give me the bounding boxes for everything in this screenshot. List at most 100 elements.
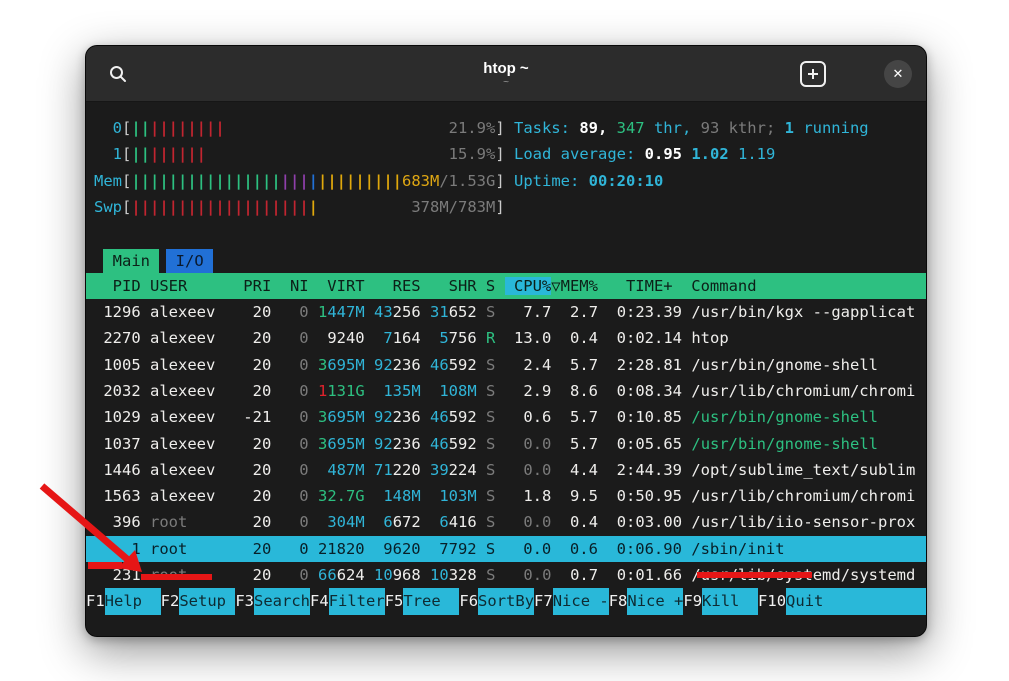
process-cell	[421, 435, 430, 453]
meter-label: 1	[94, 145, 122, 163]
fnkey-f1: F1	[86, 588, 105, 614]
new-tab-icon[interactable]	[800, 61, 826, 87]
process-cell: 0	[281, 382, 309, 400]
process-row-content: 1037 alexeev 20 0 3695M 92236 46592 S 0.…	[86, 431, 886, 457]
process-row[interactable]: 1037 alexeev 20 0 3695M 92236 46592 S 0.…	[86, 431, 926, 457]
process-cell	[421, 303, 430, 321]
process-cell	[421, 513, 440, 531]
fnbutton-filter[interactable]: Filter	[329, 588, 385, 614]
meter-bracket: ]	[495, 119, 514, 137]
fnbutton-nice-[interactable]: Nice -	[553, 588, 609, 614]
process-cell: 695M	[327, 435, 364, 453]
process-cell: /usr/bin/gnome-shell	[691, 408, 878, 426]
close-icon[interactable]: ✕	[884, 60, 912, 88]
terminal-area[interactable]: 0[|||||||||| 21.9%] Tasks: 89, 347 thr, …	[86, 102, 926, 636]
fnbutton-search[interactable]: Search	[254, 588, 310, 614]
fnbutton-quit[interactable]: Quit	[786, 588, 926, 614]
process-cell: 0.6 5.7 0:10.85	[495, 408, 691, 426]
fnbutton-sortby[interactable]: SortBy	[478, 588, 534, 614]
process-row[interactable]: 396 root 20 0 304M 6672 6416 S 0.0 0.4 0…	[86, 509, 926, 535]
table-header-row[interactable]: PID USER PRI NI VIRT RES SHR S CPU%▽MEM%…	[86, 273, 926, 299]
process-row[interactable]: 1446 alexeev 20 0 487M 71220 39224 S 0.0…	[86, 457, 926, 483]
fnbutton-kill[interactable]: Kill	[702, 588, 758, 614]
process-cell: 0	[281, 487, 309, 505]
process-cell	[421, 329, 440, 347]
process-cell	[365, 356, 374, 374]
process-row[interactable]: 2270 alexeev 20 0 9240 7164 5756 R 13.0 …	[86, 325, 926, 351]
process-row[interactable]: 231 root 20 0 66624 10968 10328 S 0.0 0.…	[86, 562, 926, 588]
meter-value: /1.53G	[439, 172, 495, 190]
fnbutton-help[interactable]: Help	[105, 588, 161, 614]
process-row[interactable]: 1296 alexeev 20 0 1447M 43256 31652 S 7.…	[86, 299, 926, 325]
process-cell: /usr/bin/gnome-shell	[691, 435, 878, 453]
process-cell: 652	[449, 303, 477, 321]
column-header: CPU%	[505, 277, 552, 295]
process-row-content: 1446 alexeev 20 0 487M 71220 39224 S 0.0…	[86, 457, 923, 483]
meter-bracket: [	[122, 119, 131, 137]
meter-bars: |||	[281, 172, 309, 190]
tab-io[interactable]: I/O	[166, 249, 213, 273]
process-cell: 236	[393, 408, 421, 426]
process-row-content: 1563 alexeev 20 0 32.7G 148M 103M S 1.8 …	[86, 483, 923, 509]
process-cell: 6	[439, 513, 448, 531]
process-cell: 108M	[439, 382, 476, 400]
process-cell: 231	[94, 566, 150, 584]
process-row[interactable]: 1563 alexeev 20 0 32.7G 148M 103M S 1.8 …	[86, 483, 926, 509]
process-row-content: 1296 alexeev 20 0 1447M 43256 31652 S 7.…	[86, 299, 923, 325]
process-cell: 46	[430, 356, 449, 374]
meter-value: 683M	[402, 172, 439, 190]
process-cell	[477, 382, 486, 400]
process-cell	[309, 303, 318, 321]
process-cell	[365, 303, 374, 321]
process-cell: 1029 alexeev -21	[94, 408, 281, 426]
process-cell: 416	[449, 513, 477, 531]
process-cell	[309, 566, 318, 584]
meter-bars: ||||||||||||||||	[131, 172, 280, 190]
process-row[interactable]: 1029 alexeev -21 0 3695M 92236 46592 S 0…	[86, 404, 926, 430]
fnkey-f7: F7	[534, 588, 553, 614]
process-row[interactable]: 2032 alexeev 20 0 1131G 135M 108M S 2.9 …	[86, 378, 926, 404]
process-cell: 164	[393, 329, 421, 347]
process-cell: 9240	[327, 329, 364, 347]
meter-bracket: [	[122, 145, 131, 163]
process-row-selected[interactable]: 1 root 20 0 21820 9620 7792 S 0.0 0.6 0:…	[86, 536, 926, 562]
process-cell: 5	[439, 329, 448, 347]
process-cell	[477, 303, 486, 321]
process-cell: S	[486, 303, 495, 321]
meter-value: 378M/783M	[411, 198, 495, 216]
process-cell: 92	[374, 435, 393, 453]
process-cell: 1 root 20 0 21820 9620 7792 S 0.0 0.6 0:…	[94, 540, 785, 558]
meter-value: 21.9%	[449, 119, 496, 137]
tab-main[interactable]: Main	[103, 249, 159, 273]
process-row[interactable]: 1005 alexeev 20 0 3695M 92236 46592 S 2.…	[86, 352, 926, 378]
process-cell: 236	[393, 435, 421, 453]
meter-bracket: [	[122, 172, 131, 190]
process-cell	[477, 461, 486, 479]
process-cell	[421, 356, 430, 374]
fnbutton-tree[interactable]: Tree	[403, 588, 459, 614]
process-cell: 0	[281, 461, 309, 479]
process-cell: 1.8 9.5 0:50.95 /usr/lib/chromium/chromi	[495, 487, 915, 505]
fnkey-f5: F5	[385, 588, 404, 614]
process-cell	[309, 382, 318, 400]
process-cell: root	[150, 513, 234, 531]
process-cell	[365, 382, 384, 400]
meter-pad	[206, 145, 449, 163]
process-cell: 3	[318, 435, 327, 453]
process-cell: 20	[234, 513, 281, 531]
stats-text: Load average:	[514, 145, 645, 163]
process-cell	[495, 435, 514, 453]
process-cell: 695M	[327, 356, 364, 374]
fnbutton-nice+[interactable]: Nice +	[627, 588, 683, 614]
stats-text: 89,	[579, 119, 616, 137]
process-cell: 135M	[383, 382, 420, 400]
process-cell: 0	[281, 435, 309, 453]
search-icon[interactable]	[104, 60, 132, 88]
process-cell: 2032 alexeev 20	[94, 382, 281, 400]
menu-icon[interactable]	[844, 66, 866, 82]
stats-text: 1.19	[738, 145, 775, 163]
process-cell: 0	[281, 513, 309, 531]
fnbutton-setup[interactable]: Setup	[179, 588, 235, 614]
stats-text: 1.02	[691, 145, 738, 163]
meter-label: 0	[94, 119, 122, 137]
